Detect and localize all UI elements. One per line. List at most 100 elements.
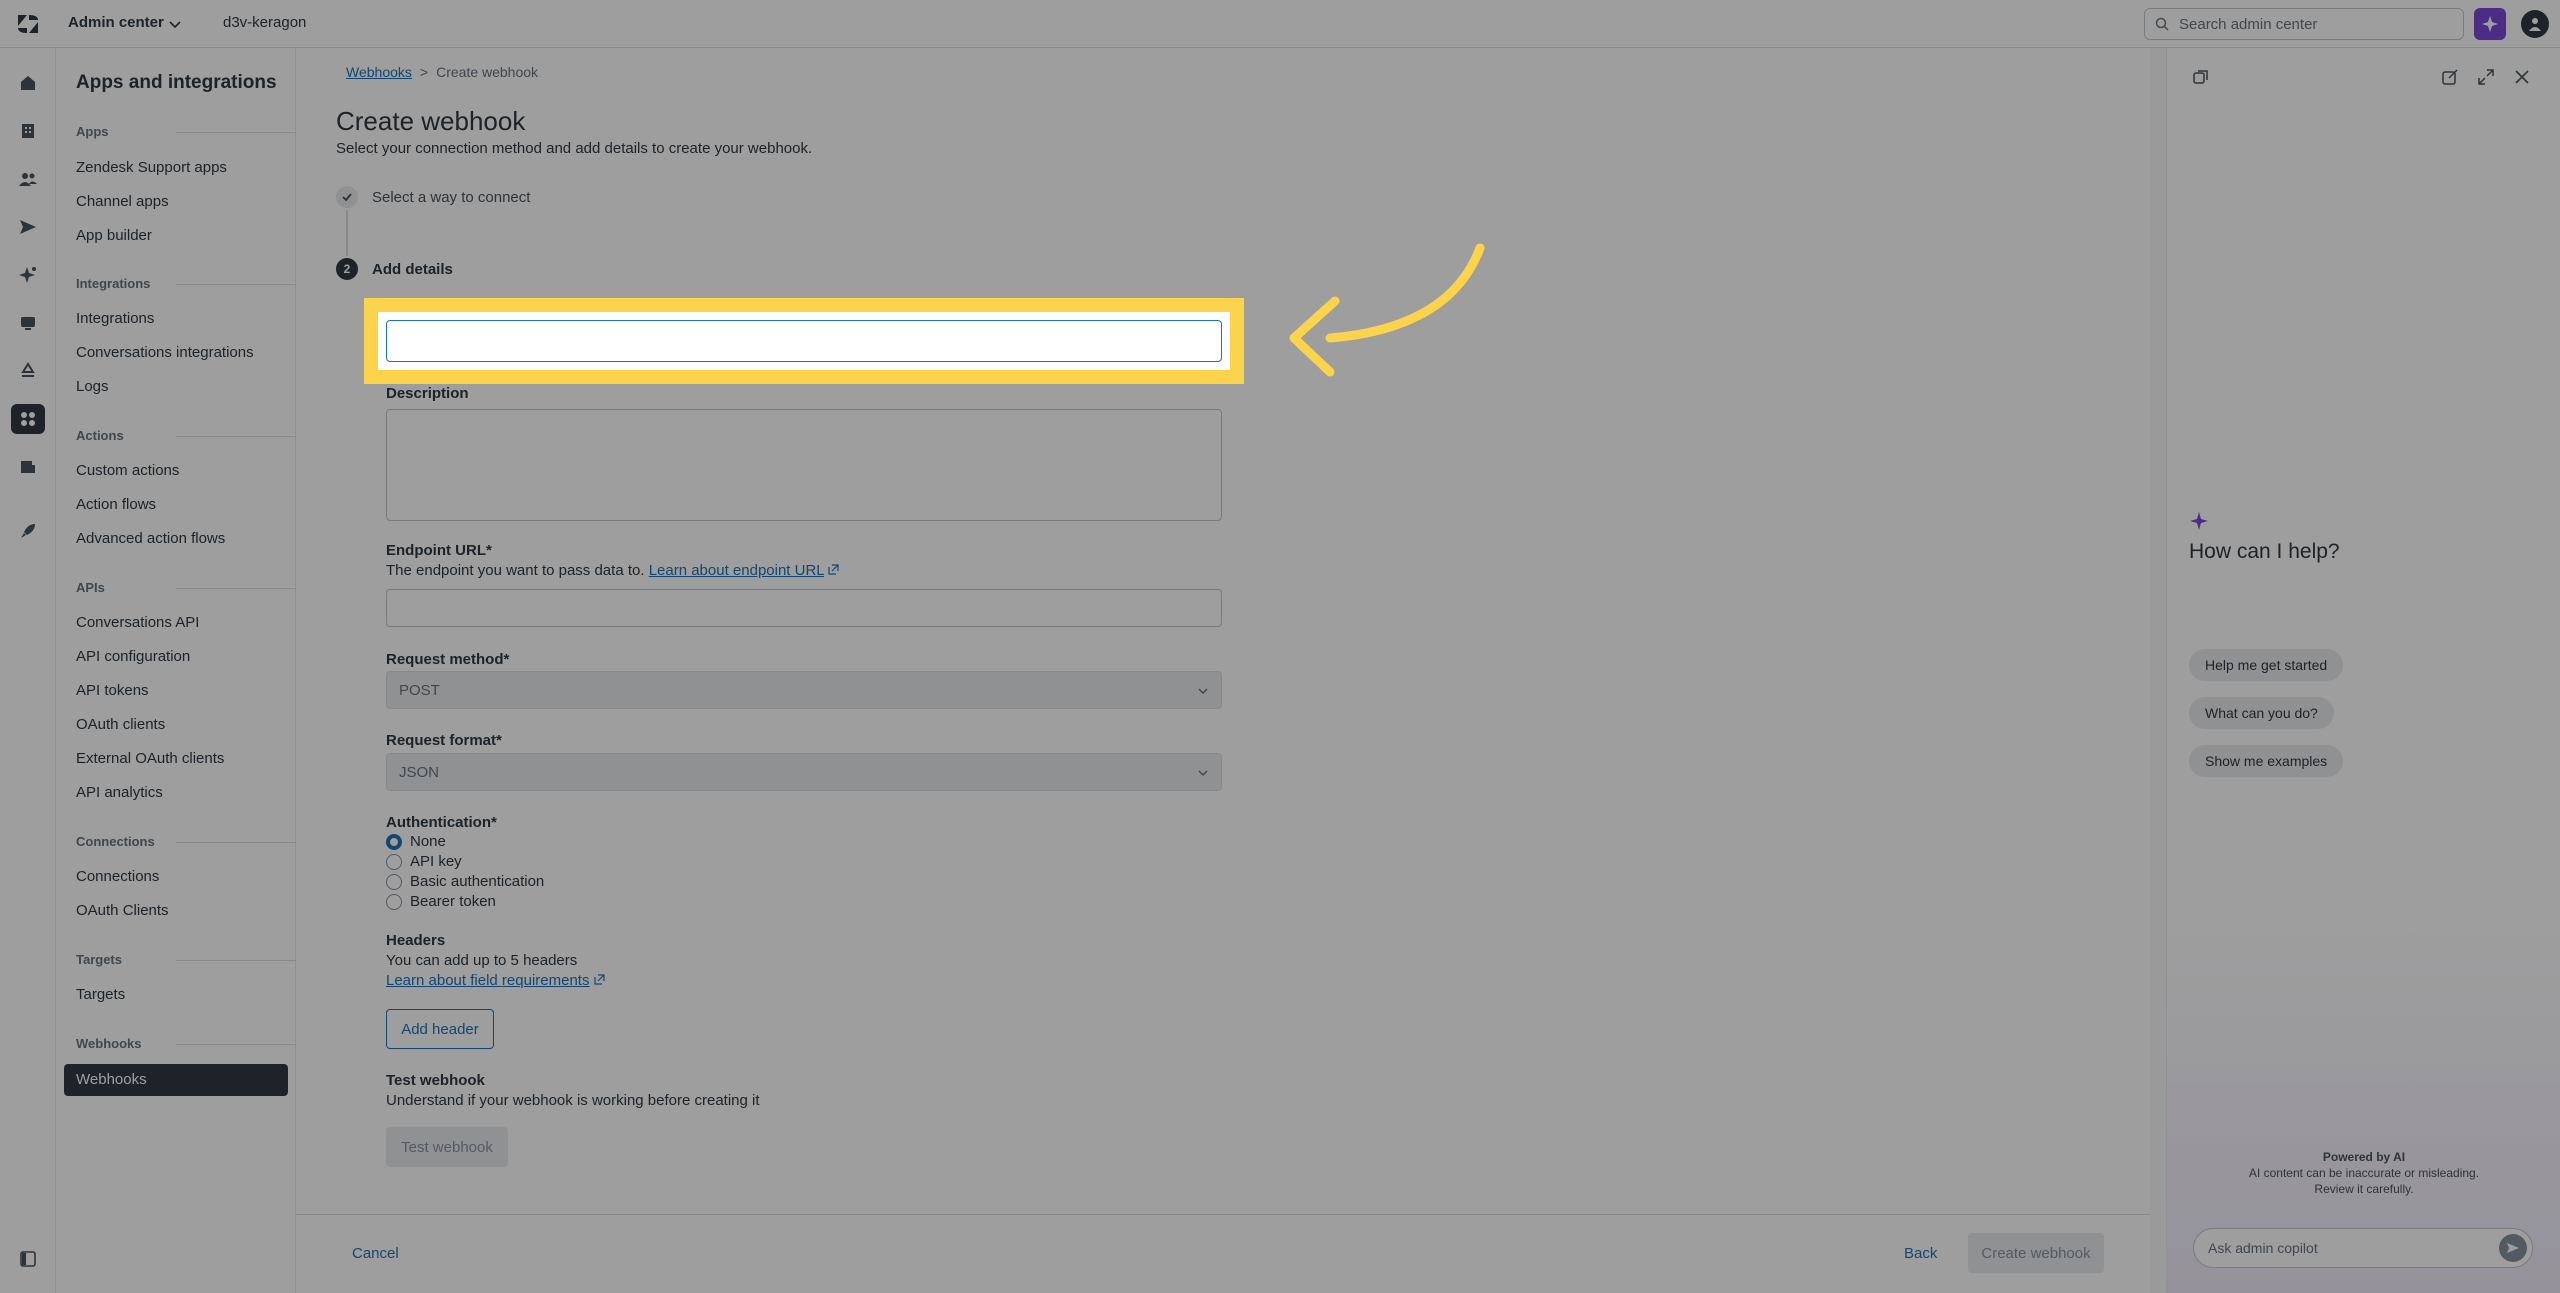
nav-section-heading: Webhooks (76, 1036, 142, 1051)
nav-section-heading: Targets (76, 952, 122, 967)
rail-people[interactable] (11, 164, 45, 194)
product-rail (0, 48, 56, 1293)
nav-item-conversations-integrations[interactable]: Conversations integrations (76, 344, 254, 361)
copilot-button[interactable] (2474, 8, 2506, 40)
nav-section-heading: APIs (76, 580, 105, 595)
rail-ai[interactable] (11, 260, 45, 290)
search-icon (2155, 17, 2169, 31)
rail-getting-started[interactable] (11, 516, 45, 546)
send-button[interactable] (2499, 1234, 2527, 1262)
breadcrumb-separator: > (419, 64, 429, 80)
nav-item-conversations-api[interactable]: Conversations API (76, 614, 199, 631)
rail-objects[interactable] (11, 356, 45, 386)
create-webhook-button[interactable]: Create webhook (1968, 1233, 2104, 1273)
form-footer: Cancel Back Create webhook (296, 1214, 2150, 1293)
headers-label: Headers (386, 932, 446, 949)
chevron-down-icon[interactable] (168, 17, 182, 31)
ai-disclaimer: Review it carefully. (2314, 1182, 2414, 1196)
suggestion-chip[interactable]: Show me examples (2189, 745, 2344, 777)
copilot-input-box[interactable] (2193, 1228, 2533, 1268)
rail-apps-integrations[interactable] (11, 404, 45, 434)
nav-item-custom-actions[interactable]: Custom actions (76, 462, 179, 479)
step-add-details: Add details (372, 261, 453, 278)
nav-item-app-builder[interactable]: App builder (76, 227, 152, 244)
request-format-label: Request format* (386, 732, 502, 749)
rail-account[interactable] (11, 116, 45, 146)
nav-section-heading: Apps (76, 124, 109, 139)
endpoint-hint: The endpoint you want to pass data to. L… (386, 562, 839, 579)
name-input[interactable] (386, 320, 1222, 362)
nav-item-targets[interactable]: Targets (76, 986, 125, 1003)
suggestion-chip[interactable]: Help me get started (2189, 649, 2344, 681)
rail-workspaces[interactable] (11, 308, 45, 338)
send-icon (20, 220, 36, 234)
nav-item-api-configuration[interactable]: API configuration (76, 648, 190, 665)
add-header-button[interactable]: Add header (386, 1009, 494, 1049)
test-webhook-button[interactable]: Test webhook (386, 1127, 508, 1167)
radio-button[interactable] (386, 834, 402, 850)
step-number: 2 (336, 258, 358, 280)
endpoint-url-input[interactable] (386, 589, 1222, 627)
nav-item-zendesk-support-apps[interactable]: Zendesk Support apps (76, 159, 227, 176)
new-chat-icon[interactable] (2441, 68, 2459, 86)
close-icon[interactable] (2513, 68, 2531, 86)
rail-database[interactable] (11, 452, 45, 482)
nav-item-action-flows[interactable]: Action flows (76, 496, 156, 513)
send-icon (2507, 1243, 2519, 1253)
nav-item-connections[interactable]: Connections (76, 868, 159, 885)
request-method-select[interactable]: POST (386, 671, 1222, 709)
description-textarea[interactable] (386, 409, 1222, 521)
breadcrumb-link-webhooks[interactable]: Webhooks (346, 64, 412, 80)
headers-learn-row: Learn about field requirements (386, 972, 605, 989)
chevron-down-icon (1198, 770, 1208, 777)
search-input[interactable] (2179, 9, 2459, 39)
nav-section-heading: Actions (76, 428, 124, 443)
history-icon[interactable] (2192, 68, 2210, 86)
endpoint-hint-text: The endpoint you want to pass data to. (386, 562, 645, 579)
nav-item-advanced-action-flows[interactable]: Advanced action flows (76, 530, 225, 547)
rail-home[interactable] (11, 68, 45, 98)
profile-button[interactable] (2521, 10, 2549, 38)
radio-button[interactable] (386, 854, 402, 870)
zendesk-logo-icon[interactable] (17, 14, 39, 34)
nav-section-heading: Connections (76, 834, 155, 849)
request-method-label: Request method* (386, 651, 510, 668)
search-box[interactable] (2144, 8, 2464, 40)
step-complete-indicator (336, 186, 358, 208)
copilot-input[interactable] (2208, 1229, 2478, 1267)
product-switcher-label[interactable]: Admin center (68, 14, 164, 31)
nav-item-external-oauth-clients[interactable]: External OAuth clients (76, 750, 224, 767)
endpoint-learn-link[interactable]: Learn about endpoint URL (649, 562, 824, 579)
external-link-icon (594, 974, 605, 985)
external-link-icon (828, 564, 839, 575)
rail-channels[interactable] (11, 212, 45, 242)
nav-item-api-analytics[interactable]: API analytics (76, 784, 163, 801)
nav-item-oauth-clients[interactable]: OAuth clients (76, 716, 165, 733)
radio-button[interactable] (386, 874, 402, 890)
nav-item-api-tokens[interactable]: API tokens (76, 682, 149, 699)
test-webhook-label: Test webhook (386, 1072, 485, 1089)
step-select-connection: Select a way to connect (372, 189, 531, 206)
nav-item-logs[interactable]: Logs (76, 378, 109, 395)
nav-item-channel-apps[interactable]: Channel apps (76, 193, 169, 210)
suggestion-chip[interactable]: What can you do? (2189, 697, 2334, 729)
nav-item-integrations[interactable]: Integrations (76, 310, 154, 327)
request-format-select[interactable]: JSON (386, 753, 1222, 791)
highlight-frame (364, 298, 1244, 384)
copilot-greeting: How can I help? (2189, 540, 2340, 563)
radio-label: Bearer token (410, 893, 496, 910)
back-button[interactable]: Back (1904, 1245, 1937, 1262)
rail-collapse[interactable] (11, 1244, 45, 1274)
nav-item-webhooks[interactable]: Webhooks (64, 1064, 288, 1096)
nav-item-oauth-clients-connections[interactable]: OAuth Clients (76, 902, 169, 919)
headers-learn-link[interactable]: Learn about field requirements (386, 972, 589, 989)
sparkle-icon (2190, 512, 2208, 530)
radio-button[interactable] (386, 894, 402, 910)
expand-icon[interactable] (2477, 68, 2495, 86)
breadcrumb: Webhooks > Create webhook (346, 64, 538, 80)
rocket-icon (21, 524, 35, 538)
sparkle-icon (2482, 16, 2498, 32)
step-connector (346, 210, 348, 256)
cancel-button[interactable]: Cancel (352, 1245, 399, 1262)
nav-title: Apps and integrations (76, 72, 277, 93)
